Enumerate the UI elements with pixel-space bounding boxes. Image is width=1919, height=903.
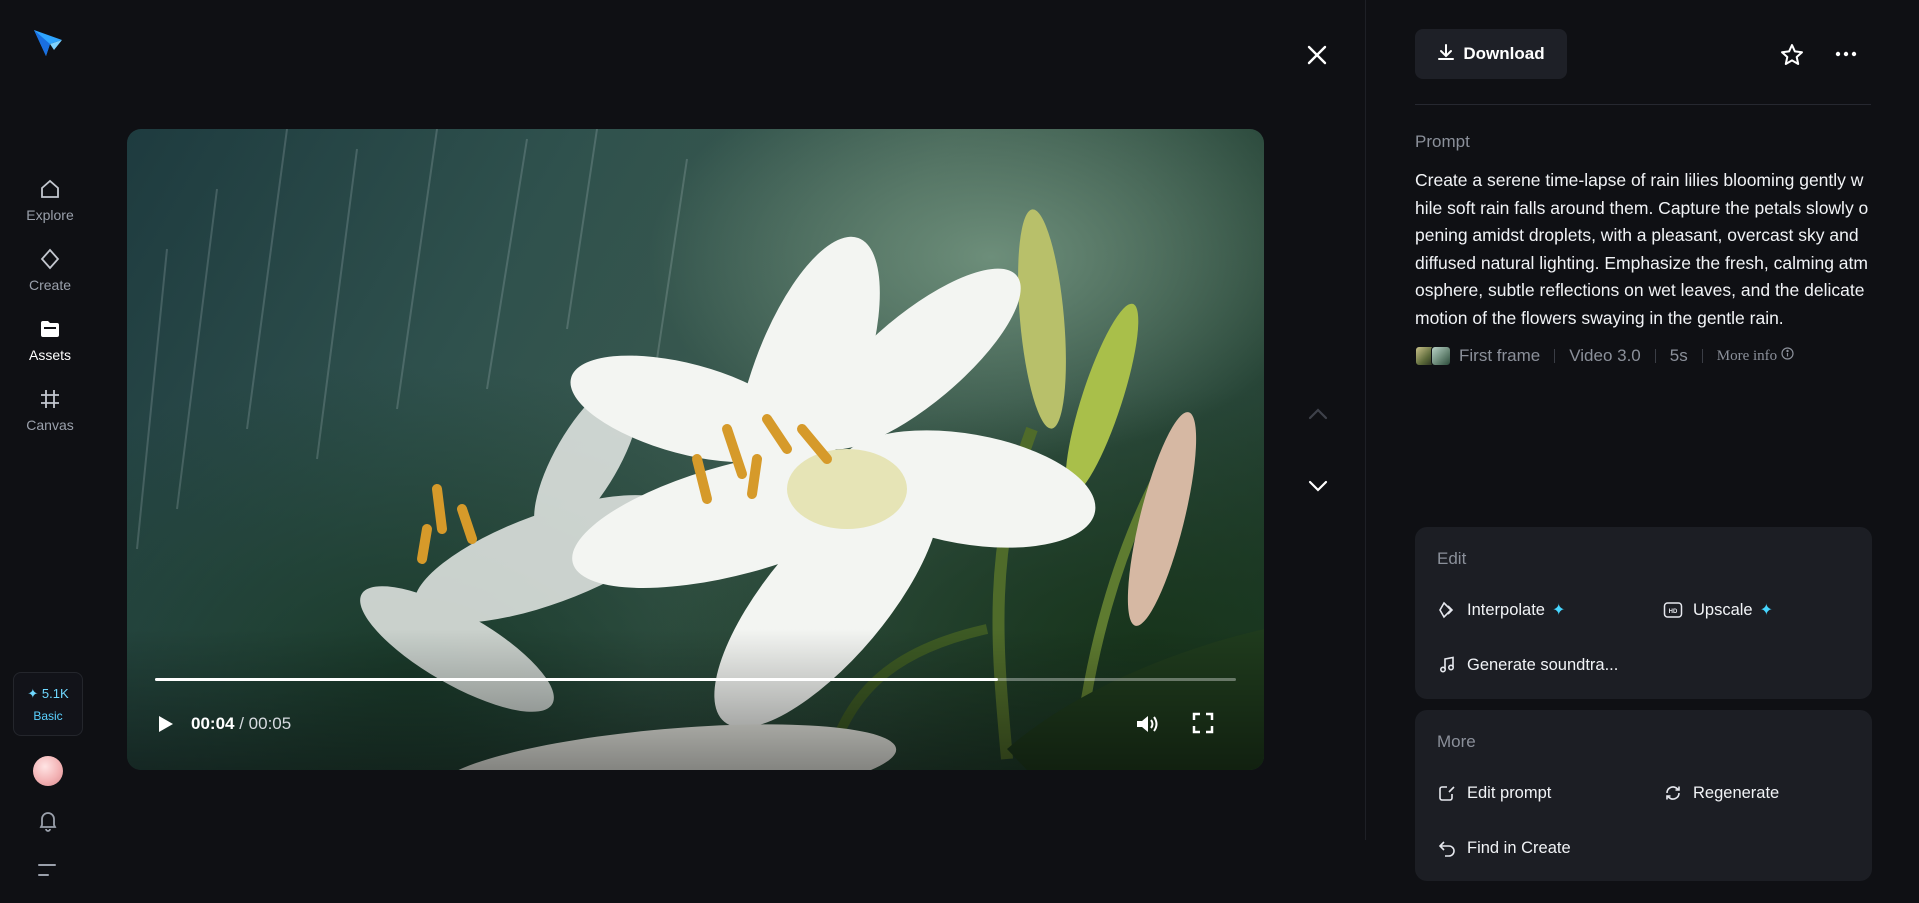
find-in-create-button[interactable]: Find in Create <box>1437 838 1571 858</box>
canvas-icon <box>37 386 63 412</box>
more-info-link[interactable]: More info <box>1717 347 1794 365</box>
panel-divider <box>1365 0 1366 840</box>
interpolate-button[interactable]: Interpolate ✦ <box>1437 600 1565 620</box>
meta-separator <box>1701 349 1703 363</box>
volume-icon[interactable] <box>1134 712 1160 736</box>
duration-label: 5s <box>1669 346 1688 365</box>
more-card: More Edit prompt Regenerate Find in Crea… <box>1415 710 1872 881</box>
bell-icon[interactable] <box>35 808 61 834</box>
interpolate-label: Interpolate <box>1467 600 1545 619</box>
progress-fill <box>155 678 999 681</box>
avatar[interactable] <box>33 756 63 786</box>
edit-prompt-icon <box>1437 783 1457 803</box>
meta-separator <box>1654 349 1656 363</box>
app-logo-icon[interactable] <box>30 26 66 62</box>
soundtrack-label: Generate soundtra... <box>1467 655 1619 674</box>
upscale-label: Upscale <box>1693 600 1753 619</box>
first-frame-label: First frame <box>1459 346 1541 365</box>
regenerate-label: Regenerate <box>1693 783 1780 802</box>
sidebar-nav: Explore Create Assets Canvas <box>0 164 100 444</box>
play-icon[interactable] <box>153 712 177 736</box>
total-duration: / 00:05 <box>239 714 292 733</box>
chevron-down-icon[interactable] <box>1305 476 1331 496</box>
credits-amount: ✦ 5.1K <box>27 685 69 701</box>
edit-title: Edit <box>1437 549 1467 568</box>
header-divider <box>1415 104 1871 105</box>
time-display: 00:04 / 00:05 <box>191 714 291 734</box>
prompt-text: Create a serene time-lapse of rain lilie… <box>1415 170 1869 328</box>
find-in-create-label: Find in Create <box>1467 838 1571 857</box>
sparkle-icon: ✦ <box>1759 602 1774 619</box>
thumbnail <box>1431 346 1451 366</box>
interpolate-icon <box>1437 600 1457 620</box>
progress-bar[interactable] <box>155 678 1236 681</box>
generate-soundtrack-button[interactable]: Generate soundtra... <box>1437 655 1618 675</box>
generation-meta: First frame Video 3.0 5s More info <box>1415 344 1794 368</box>
first-frame-thumbnails <box>1415 346 1451 366</box>
more-options-icon[interactable] <box>1833 44 1859 64</box>
chevron-up-icon[interactable] <box>1305 404 1331 424</box>
regenerate-icon <box>1663 783 1683 803</box>
current-time: 00:04 <box>191 714 235 733</box>
regenerate-button[interactable]: Regenerate <box>1663 783 1779 803</box>
sidebar: Explore Create Assets Canvas ✦ 5.1K Basi… <box>0 0 100 903</box>
more-title: More <box>1437 732 1476 751</box>
star-icon[interactable] <box>1779 42 1805 68</box>
upscale-button[interactable]: HD Upscale ✦ <box>1663 600 1773 620</box>
edit-prompt-button[interactable]: Edit prompt <box>1437 783 1551 803</box>
home-icon <box>37 176 63 202</box>
return-arrow-icon <box>1437 838 1457 858</box>
hd-icon: HD <box>1663 600 1683 620</box>
sidebar-item-label: Canvas <box>26 416 74 433</box>
video-frame-image <box>127 129 1264 770</box>
info-icon <box>1781 347 1794 365</box>
sidebar-item-canvas[interactable]: Canvas <box>0 374 100 444</box>
diamond-icon <box>37 246 63 272</box>
app-root: Explore Create Assets Canvas ✦ 5.1K Basi… <box>0 0 1919 903</box>
prompt-label: Prompt <box>1415 132 1470 151</box>
model-label: Video 3.0 <box>1569 346 1641 365</box>
plan-label: Basic <box>33 708 63 723</box>
download-label: Download <box>1463 44 1545 63</box>
sidebar-item-assets[interactable]: Assets <box>0 304 100 374</box>
download-icon <box>1437 43 1455 66</box>
sidebar-item-explore[interactable]: Explore <box>0 164 100 234</box>
fullscreen-icon[interactable] <box>1192 712 1214 734</box>
sparkle-icon: ✦ <box>1551 602 1566 619</box>
edit-card: Edit Interpolate ✦ HD Upscale ✦ Generate… <box>1415 527 1872 699</box>
download-button[interactable]: Download <box>1415 29 1567 79</box>
credits-badge[interactable]: ✦ 5.1K Basic <box>13 672 83 736</box>
sidebar-item-label: Create <box>28 276 72 293</box>
menu-icon[interactable] <box>36 861 60 879</box>
more-info-label: More info <box>1716 347 1778 364</box>
svg-text:HD: HD <box>1669 609 1678 615</box>
meta-separator <box>1554 349 1556 363</box>
player-controls: 00:04 / 00:05 <box>153 709 1238 739</box>
sidebar-item-label: Explore <box>26 206 74 223</box>
close-icon[interactable] <box>1304 42 1330 68</box>
edit-prompt-label: Edit prompt <box>1467 783 1552 802</box>
folder-icon <box>37 316 63 342</box>
music-note-icon <box>1437 655 1457 675</box>
sidebar-item-create[interactable]: Create <box>0 234 100 304</box>
video-player[interactable]: 00:04 / 00:05 <box>127 129 1264 770</box>
sidebar-item-label: Assets <box>28 346 71 363</box>
